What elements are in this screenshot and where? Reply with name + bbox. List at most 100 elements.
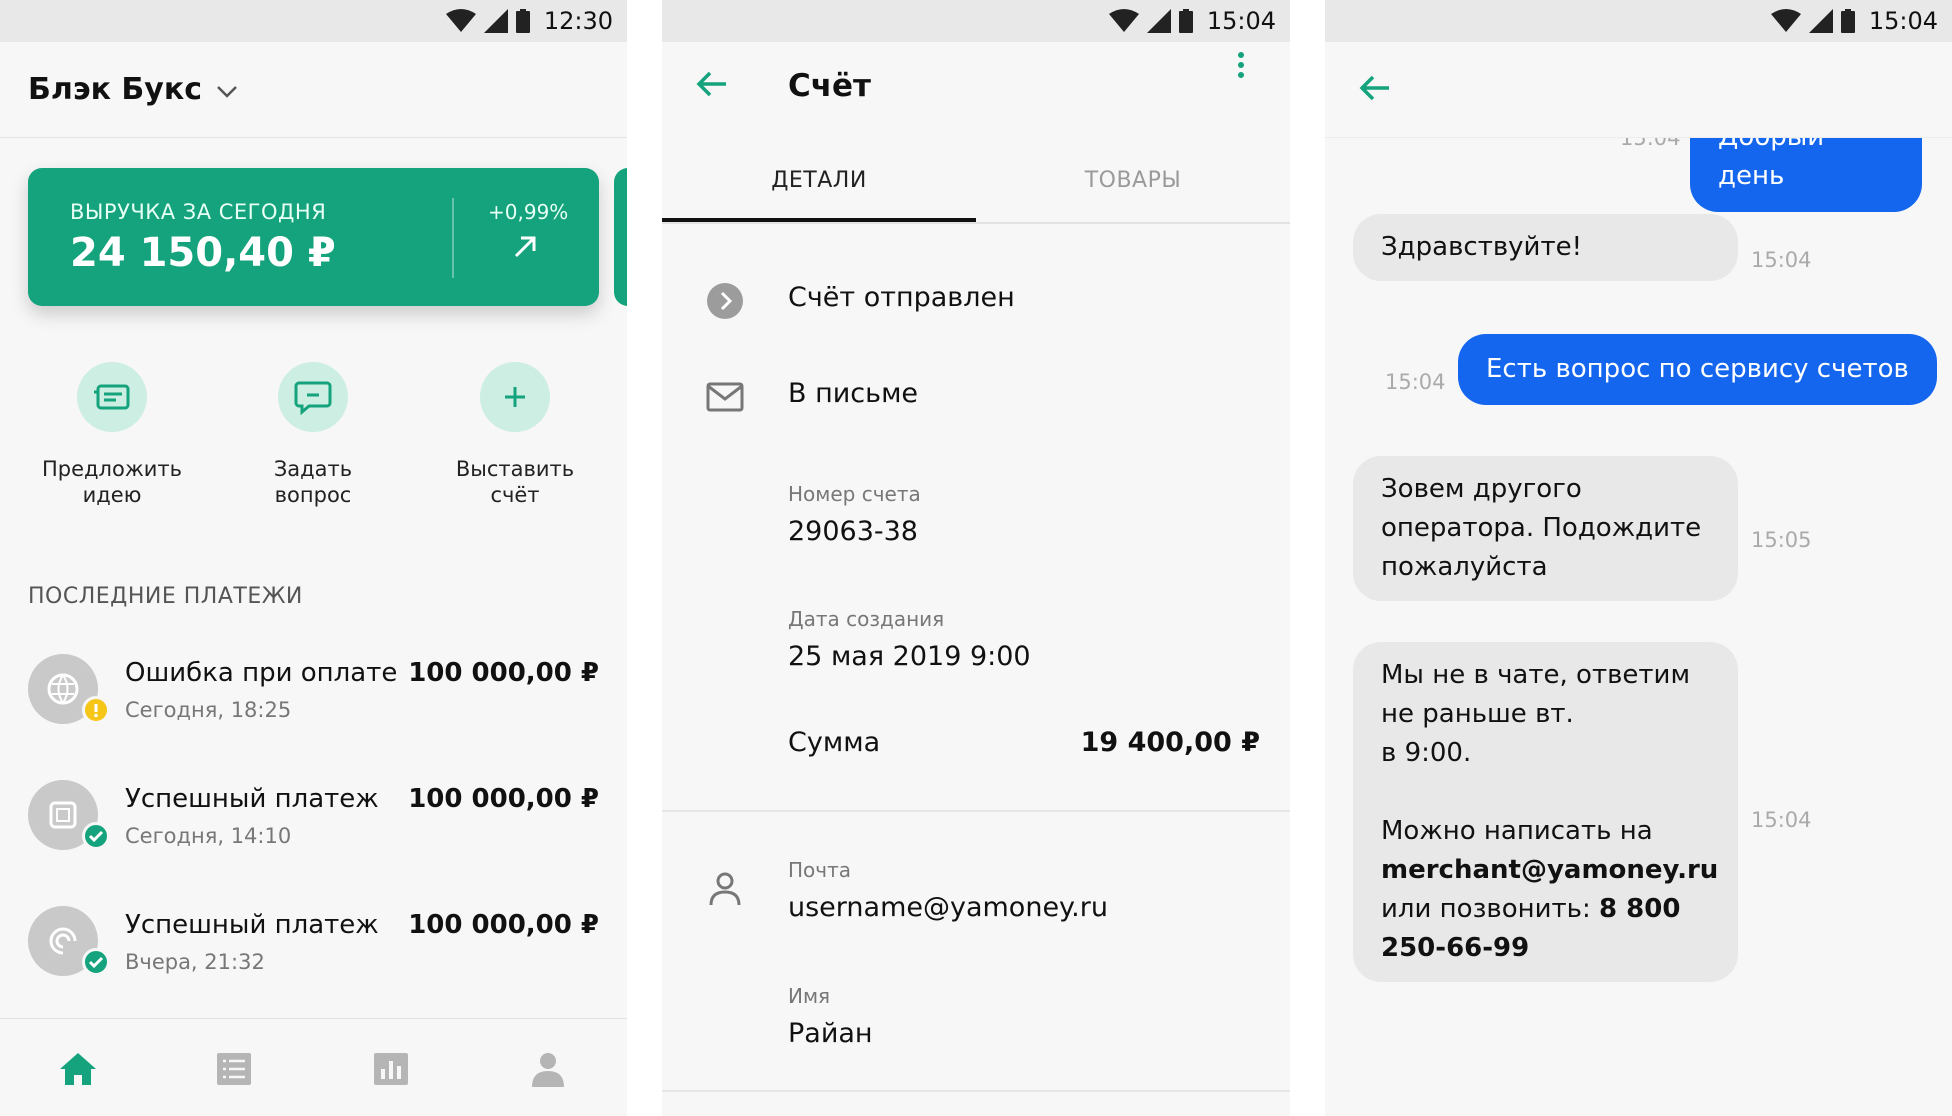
payment-name: Успешный платеж	[125, 910, 379, 940]
payment-row[interactable]: Ошибка при оплате Сегодня, 18:25 100 000…	[0, 654, 627, 780]
battery-icon	[1178, 9, 1193, 33]
create-invoice-label: Выставить счёт	[455, 457, 575, 507]
wifi-icon	[1770, 9, 1801, 32]
clock: 12:30	[543, 7, 613, 35]
payment-name: Успешный платеж	[125, 784, 379, 814]
back-arrow-icon[interactable]	[1359, 74, 1391, 102]
suggest-idea-button[interactable]: Предложить идею	[12, 362, 212, 508]
section-title: ПОСЛЕДНИЕ ПЛАТЕЖИ	[28, 584, 303, 609]
created-label: Дата создания	[788, 607, 945, 631]
tab-details[interactable]: ДЕТАЛИ	[662, 168, 976, 193]
ask-question-label: Задать вопрос	[273, 457, 353, 507]
message-incoming: Зовем другого оператора. Подождите пожал…	[1353, 456, 1738, 601]
tab-bar: ДЕТАЛИ ТОВАРЫ	[662, 144, 1290, 224]
message-email[interactable]: merchant@yamoney.ru	[1381, 855, 1718, 885]
message-text: Есть вопрос по сервису счетов	[1486, 354, 1909, 384]
ask-question-button[interactable]: Задать вопрос	[213, 362, 413, 508]
bottom-tab-bar	[0, 1018, 627, 1116]
divider	[662, 1090, 1290, 1092]
chevron-down-icon	[217, 85, 237, 98]
payment-amount: 100 000,00 ₽	[408, 910, 599, 940]
payment-amount: 100 000,00 ₽	[408, 784, 599, 814]
signal-icon	[1808, 9, 1833, 33]
signal-icon	[1146, 9, 1171, 33]
payment-date: Сегодня, 14:10	[125, 824, 292, 848]
idea-card-icon	[77, 362, 147, 432]
invoice-number: 29063-38	[788, 516, 918, 547]
next-card-peek[interactable]	[614, 168, 627, 306]
tab-goods[interactable]: ТОВАРЫ	[976, 168, 1290, 193]
chat-bubble-icon	[278, 362, 348, 432]
payment-name: Ошибка при оплате	[125, 658, 398, 688]
status-bar: 15:04	[662, 0, 1290, 42]
message-time: 15:04	[1751, 808, 1812, 832]
plus-icon	[480, 362, 550, 432]
signal-icon	[483, 9, 508, 33]
payment-row[interactable]: Успешный платеж Сегодня, 14:10 100 000,0…	[0, 780, 627, 906]
app-bar	[1325, 42, 1952, 138]
message-text: или позвонить:	[1381, 894, 1591, 924]
revenue-card[interactable]: ВЫРУЧКА ЗА СЕГОДНЯ 24 150,40 ₽ +0,99%	[28, 168, 599, 306]
more-vert-icon[interactable]	[1236, 50, 1246, 80]
check-icon	[82, 822, 110, 850]
profile-icon[interactable]	[528, 1049, 568, 1089]
check-icon	[82, 948, 110, 976]
revenue-change: +0,99%	[488, 200, 569, 224]
message-incoming: Мы не в чате, ответим не раньше вт. в 9:…	[1353, 642, 1738, 982]
divider	[662, 810, 1290, 812]
wifi-icon	[1108, 9, 1139, 32]
list-icon[interactable]	[214, 1049, 254, 1089]
sum-value: 19 400,00 ₽	[1080, 727, 1260, 758]
payment-date: Вчера, 21:32	[125, 950, 265, 974]
home-icon[interactable]	[58, 1049, 98, 1089]
chat-thread[interactable]: Добрый день 15:04 Здравствуйте! 15:04 Ес…	[1325, 42, 1952, 1116]
message-text: Зовем другого оператора. Подождите пожал…	[1381, 474, 1702, 582]
payment-amount: 100 000,00 ₽	[408, 658, 599, 688]
created-date: 25 мая 2019 9:00	[788, 641, 1031, 672]
suggest-idea-label: Предложить идею	[41, 457, 182, 507]
person-icon	[709, 872, 741, 906]
payment-date: Сегодня, 18:25	[125, 698, 292, 722]
name-value: Райан	[788, 1018, 873, 1049]
wifi-icon	[445, 9, 476, 32]
create-invoice-button[interactable]: Выставить счёт	[415, 362, 615, 508]
battery-icon	[1840, 9, 1855, 33]
app-bar: Счёт	[662, 42, 1290, 132]
message-time: 15:04	[1751, 248, 1812, 272]
clock: 15:04	[1868, 7, 1938, 35]
message-incoming: Здравствуйте!	[1353, 214, 1738, 281]
clock: 15:04	[1206, 7, 1276, 35]
sum-label: Сумма	[788, 727, 881, 758]
invoice-number-label: Номер счета	[788, 482, 921, 506]
status-bar: 15:04	[1325, 0, 1952, 42]
email-label: Почта	[788, 858, 851, 882]
chevron-right-circle-icon	[707, 283, 743, 319]
message-time: 15:04	[1385, 370, 1446, 394]
active-tab-indicator	[662, 218, 976, 222]
envelope-icon	[706, 382, 744, 412]
divider	[452, 198, 454, 278]
screen-dashboard: 12:30 Блэк Букс ВЫРУЧКА ЗА СЕГОДНЯ 24 15…	[0, 0, 627, 1116]
revenue-amount: 24 150,40 ₽	[70, 230, 336, 276]
store-selector[interactable]: Блэк Букс	[0, 42, 627, 138]
arrow-up-right-icon	[514, 236, 536, 258]
screen-invoice: 15:04 Счёт ДЕТАЛИ ТОВАРЫ Счёт отправлен …	[662, 0, 1290, 1116]
stats-icon[interactable]	[371, 1049, 411, 1089]
warning-icon	[82, 696, 110, 724]
page-title: Счёт	[788, 68, 872, 104]
status-text: Счёт отправлен	[788, 282, 1015, 313]
back-arrow-icon[interactable]	[696, 70, 728, 98]
message-text: Мы не в чате, ответим не раньше вт. в 9:…	[1381, 660, 1691, 846]
email-value: username@yamoney.ru	[788, 892, 1108, 923]
screen-chat: 15:04 Добрый день 15:04 Здравствуйте! 15…	[1325, 0, 1952, 1116]
store-name: Блэк Букс	[28, 72, 202, 107]
status-bar: 12:30	[0, 0, 627, 42]
message-text: Здравствуйте!	[1381, 232, 1583, 262]
message-outgoing: Есть вопрос по сервису счетов	[1458, 334, 1937, 405]
payment-row[interactable]: Успешный платеж Вчера, 21:32 100 000,00 …	[0, 906, 627, 1032]
channel-text: В письме	[788, 378, 919, 409]
revenue-label: ВЫРУЧКА ЗА СЕГОДНЯ	[70, 200, 327, 224]
battery-icon	[515, 9, 530, 33]
name-label: Имя	[788, 984, 831, 1008]
message-time: 15:05	[1751, 528, 1812, 552]
